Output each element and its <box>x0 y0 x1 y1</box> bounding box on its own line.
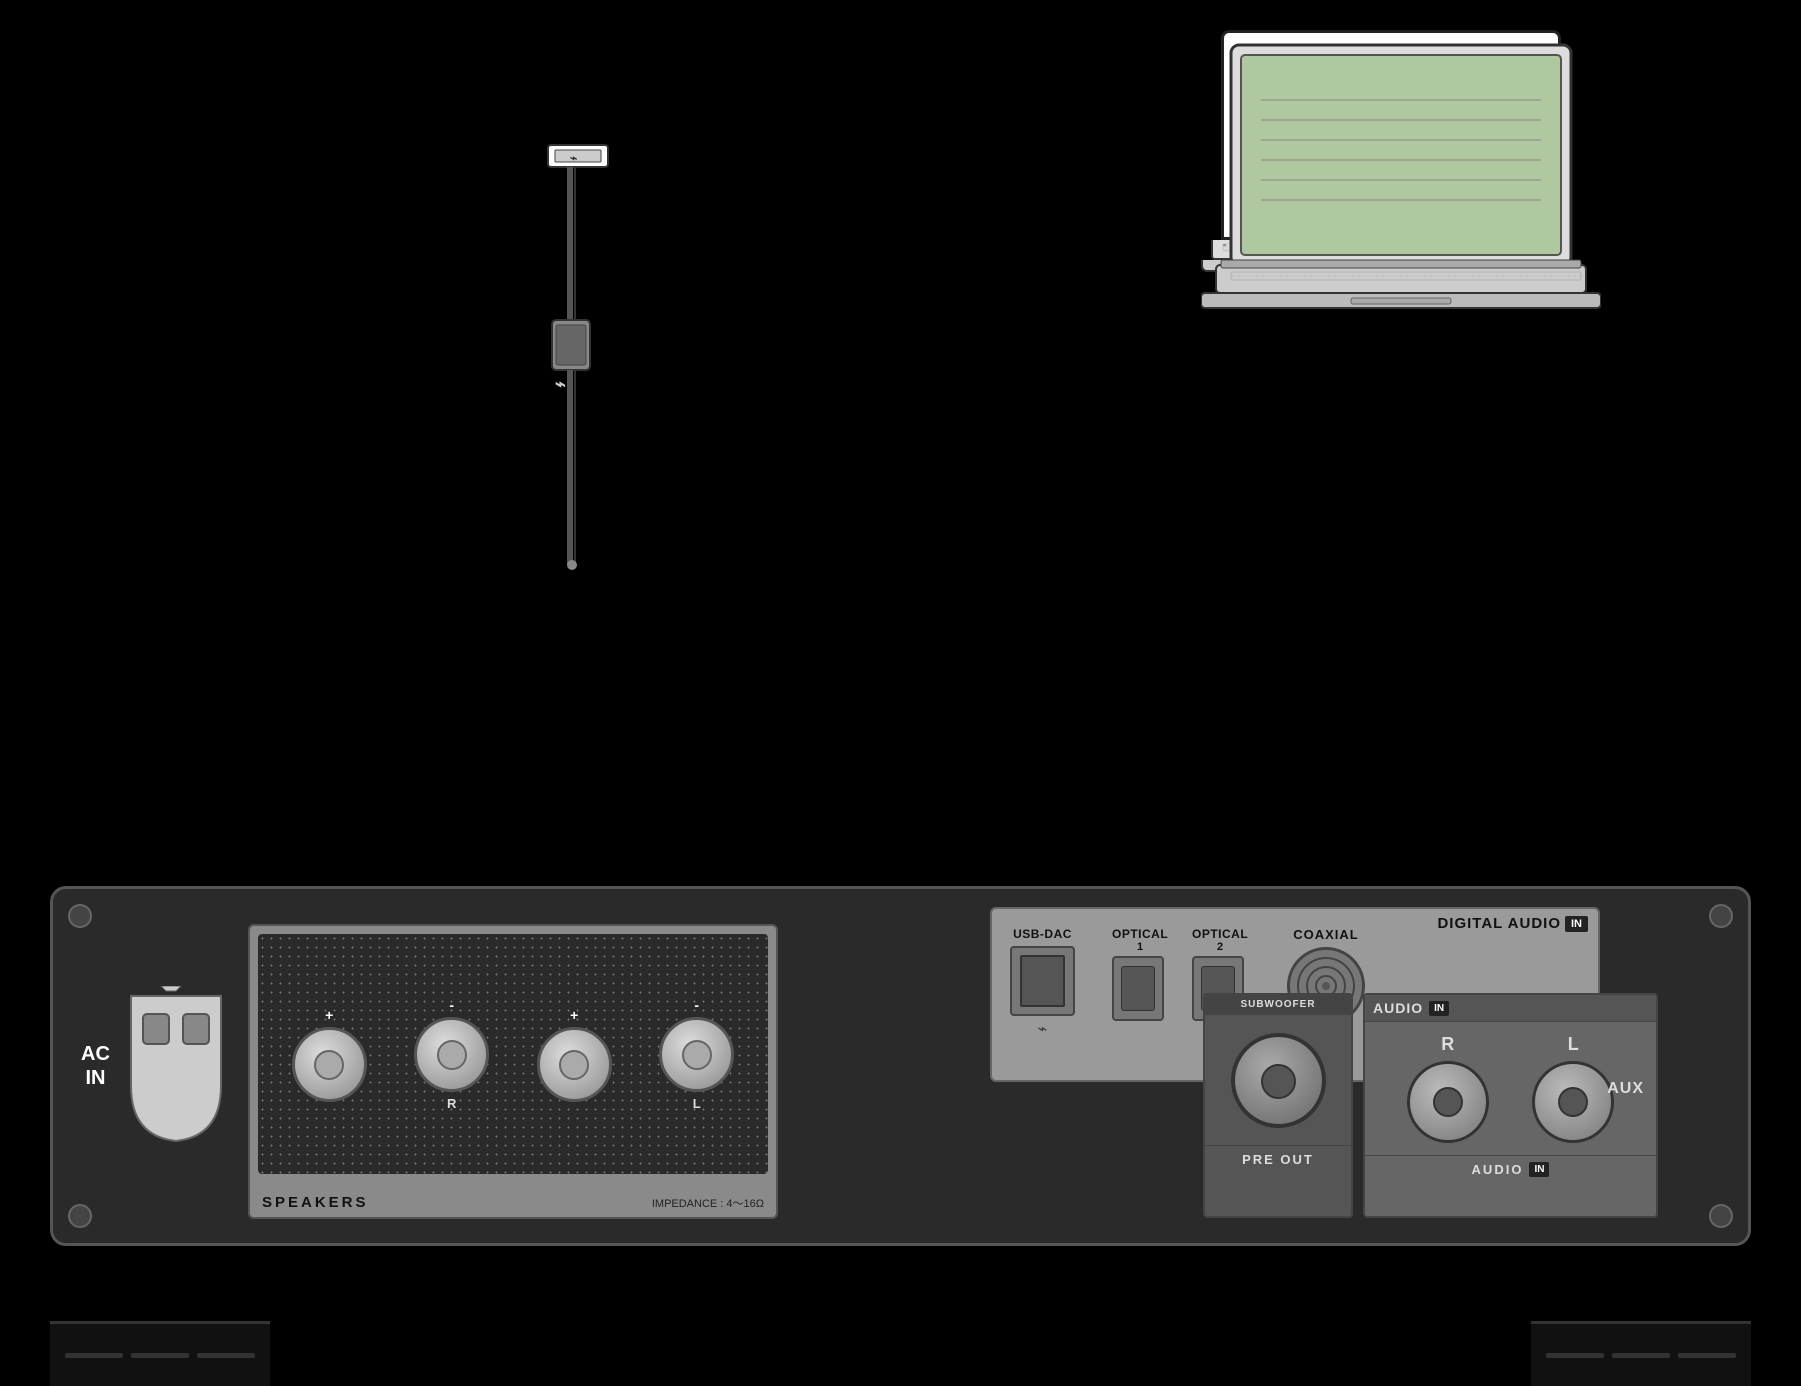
strip-line <box>131 1353 189 1358</box>
ac-power-plug <box>121 986 231 1146</box>
optical-2-number: 2 <box>1192 941 1248 953</box>
usb-dac-port <box>1010 946 1075 1016</box>
audio-in-header: AUDIO IN <box>1365 995 1656 1022</box>
audio-l-channel: L <box>1532 1034 1614 1143</box>
optical-1-number: 1 <box>1112 941 1168 953</box>
audio-in-section: AUDIO IN R L AUX AUDIO IN <box>1363 993 1658 1218</box>
usb-dac-port-group: USB-DAC ⌁ <box>1010 927 1075 1039</box>
screw-bottom-left <box>68 1204 92 1228</box>
audio-label: AUDIO <box>1373 1000 1423 1016</box>
speaker-r-label: R <box>447 1096 456 1111</box>
svg-text:⌁: ⌁ <box>570 151 577 165</box>
speaker-minus-1: - <box>449 997 454 1013</box>
digital-audio-in-badge: IN <box>1565 916 1588 932</box>
audio-footer-badge: IN <box>1529 1162 1549 1177</box>
strip-line <box>197 1353 255 1358</box>
optical-2-label: OPTICAL <box>1192 927 1248 941</box>
audio-r-channel: R <box>1407 1034 1489 1143</box>
amplifier-chassis: AC IN + - <box>50 886 1751 1246</box>
subwoofer-knob <box>1231 1033 1326 1128</box>
screw-top-left <box>68 904 92 928</box>
audio-l-label: L <box>1532 1034 1614 1055</box>
speakers-grid: + - R + <box>258 934 768 1174</box>
audio-footer: AUDIO IN <box>1365 1155 1656 1183</box>
speaker-knob-1 <box>292 1027 367 1102</box>
digital-audio-header: DIGITAL AUDIO IN <box>1437 915 1588 932</box>
speakers-section: + - R + <box>248 924 778 1219</box>
audio-l-knob <box>1532 1061 1614 1143</box>
audio-rl-row: R L AUX <box>1365 1022 1656 1155</box>
strip-line <box>1612 1353 1670 1358</box>
speakers-impedance: IMPEDANCE : 4～16Ω <box>652 1195 764 1211</box>
audio-footer-label: AUDIO <box>1472 1162 1524 1177</box>
optical-1-label: OPTICAL <box>1112 927 1168 941</box>
digital-audio-label: DIGITAL AUDIO <box>1437 915 1561 932</box>
optical-1-port-group: OPTICAL 1 <box>1112 927 1168 1021</box>
speaker-minus-2: - <box>694 997 699 1013</box>
subwoofer-label: SUBWOOFER <box>1205 995 1351 1015</box>
strip-line <box>1678 1353 1736 1358</box>
subwoofer-knob-container <box>1205 1015 1351 1145</box>
bottom-strip-right <box>1531 1321 1751 1386</box>
pre-out-section: SUBWOOFER PRE OUT <box>1203 993 1353 1218</box>
speaker-plus-2: + <box>570 1007 578 1023</box>
bottom-strip-left <box>50 1321 270 1386</box>
strip-line <box>1546 1353 1604 1358</box>
usb-dac-port-label: USB-DAC <box>1010 927 1075 941</box>
strip-line <box>65 1353 123 1358</box>
audio-r-knob <box>1407 1061 1489 1143</box>
audio-r-label: R <box>1407 1034 1489 1055</box>
optical-1-port <box>1112 956 1164 1021</box>
screw-bottom-right <box>1709 1204 1733 1228</box>
usb-symbol: ⌁ <box>1010 1019 1075 1039</box>
pre-out-label: PRE OUT <box>1205 1145 1351 1173</box>
coaxial-label: COAXIAL <box>1287 927 1365 942</box>
speaker-knob-2 <box>414 1017 489 1092</box>
speakers-label: SPEAKERS <box>262 1194 369 1211</box>
speaker-knob-3 <box>537 1027 612 1102</box>
speaker-plus-1: + <box>325 1007 333 1023</box>
laptop-svg <box>1201 40 1601 330</box>
speaker-l-label: L <box>693 1096 701 1111</box>
audio-in-badge: IN <box>1429 1001 1449 1016</box>
aux-label: AUX <box>1607 1080 1644 1098</box>
screw-top-right <box>1709 904 1733 928</box>
ac-in-label: AC IN <box>81 1042 110 1090</box>
svg-text:⌁: ⌁ <box>555 374 566 394</box>
speaker-knob-4 <box>659 1017 734 1092</box>
